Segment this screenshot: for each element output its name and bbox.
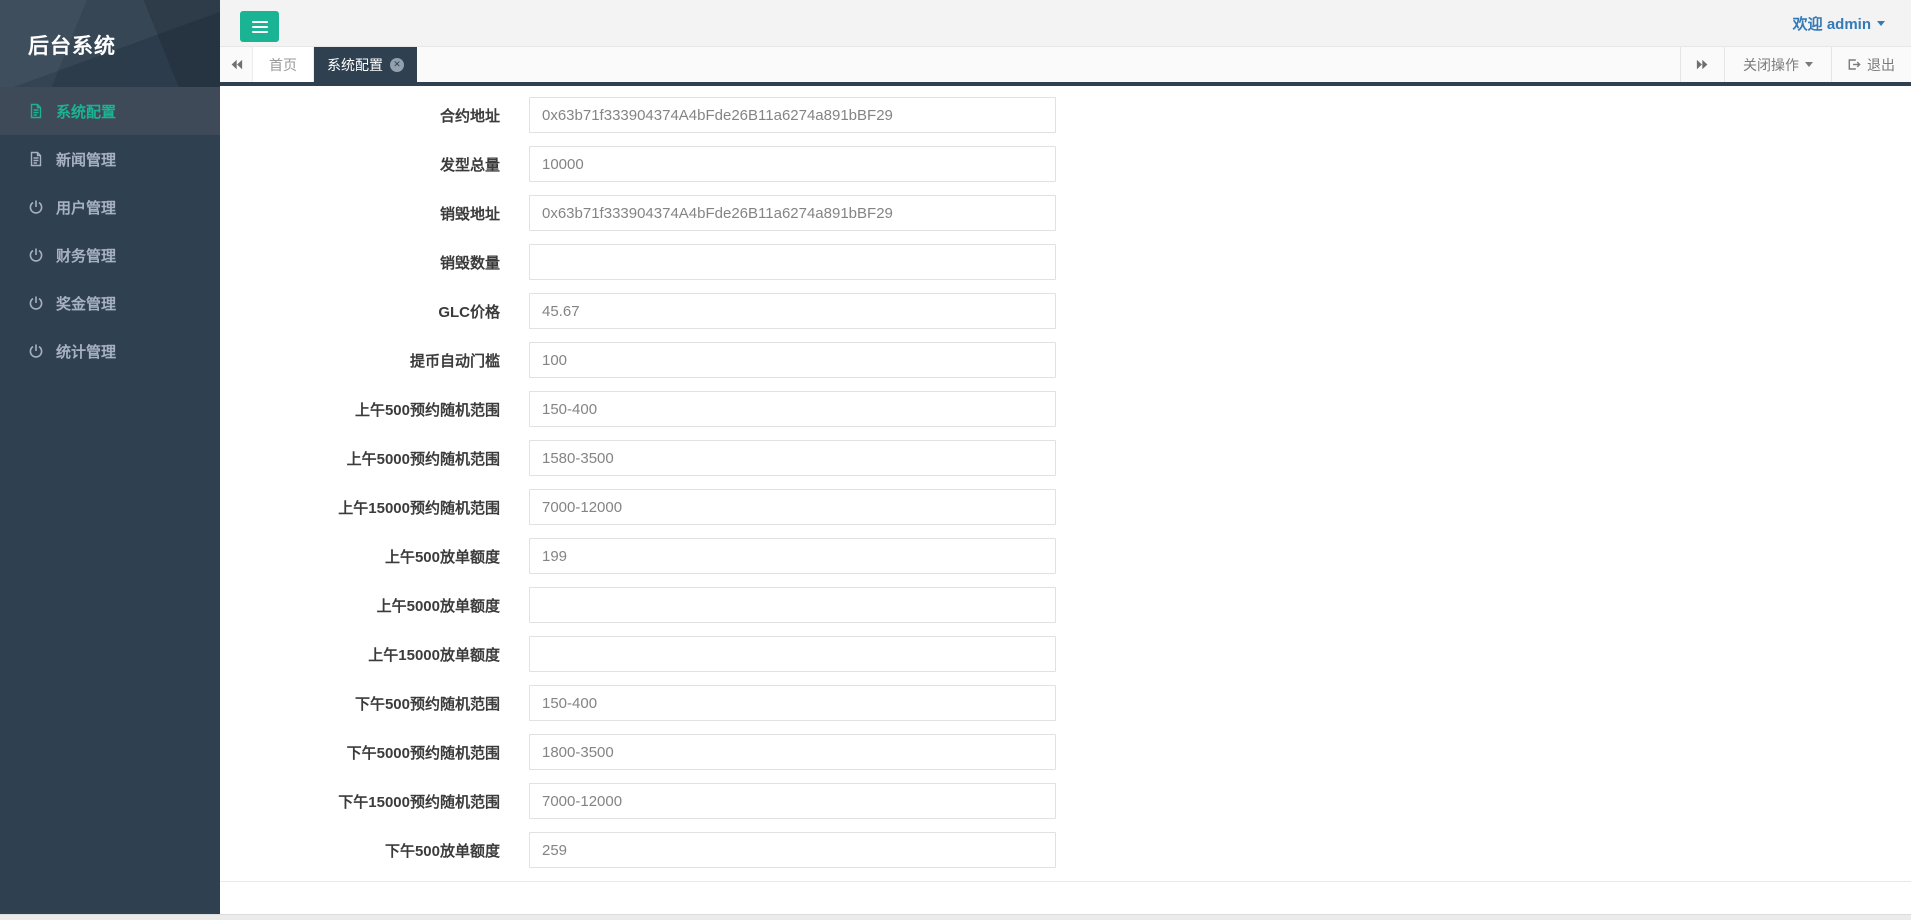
power-icon: [28, 199, 44, 215]
logout-label: 退出: [1867, 55, 1895, 75]
sidebar-item-label: 财务管理: [56, 245, 116, 266]
sidebar-item[interactable]: 新闻管理: [0, 135, 220, 183]
field-input[interactable]: [529, 587, 1056, 623]
form-row: 上午5000预约随机范围: [220, 440, 1911, 476]
field-label: 上午15000放单额度: [220, 644, 500, 665]
sidebar-item[interactable]: 奖金管理: [0, 279, 220, 327]
user-dropdown[interactable]: 欢迎 admin: [1793, 13, 1885, 34]
form-row: 销毁数量: [220, 244, 1911, 280]
field-label: 提币自动门槛: [220, 350, 500, 371]
logout-button[interactable]: 退出: [1831, 47, 1911, 82]
sidebar-item[interactable]: 财务管理: [0, 231, 220, 279]
top-header: 欢迎 admin: [220, 0, 1911, 47]
form-row: 上午15000放单额度: [220, 636, 1911, 672]
field-input[interactable]: [529, 734, 1056, 770]
tabbar-spacer: [417, 47, 1680, 82]
sidebar-item-label: 用户管理: [56, 197, 116, 218]
chevron-down-icon: [1805, 62, 1813, 67]
sidebar: 后台系统 系统配置: [0, 0, 220, 914]
field-label: 销毁地址: [220, 203, 500, 224]
field-label: 下午500预约随机范围: [220, 693, 500, 714]
sidebar-item-label: 新闻管理: [56, 149, 116, 170]
panel-footer-divider: [220, 881, 1911, 882]
field-label: 上午500预约随机范围: [220, 399, 500, 420]
double-chevron-left-icon: [229, 57, 244, 72]
sidebar-item-label: 系统配置: [56, 101, 116, 122]
form-row: 下午500预约随机范围: [220, 685, 1911, 721]
hamburger-icon: [252, 21, 268, 23]
sign-out-icon: [1846, 57, 1861, 72]
field-label: 下午15000预约随机范围: [220, 791, 500, 812]
field-label: 上午500放单额度: [220, 546, 500, 567]
field-input[interactable]: [529, 489, 1056, 525]
sidebar-item[interactable]: 统计管理: [0, 327, 220, 375]
app-title: 后台系统: [28, 30, 116, 60]
welcome-label: 欢迎 admin: [1793, 13, 1871, 34]
field-label: 下午5000预约随机范围: [220, 742, 500, 763]
scroll-tabs-right-button[interactable]: [1680, 47, 1724, 82]
field-input[interactable]: [529, 195, 1056, 231]
tab-active-label: 系统配置: [327, 55, 383, 75]
form-row: 销毁地址: [220, 195, 1911, 231]
field-input[interactable]: [529, 244, 1056, 280]
form-row: 提币自动门槛: [220, 342, 1911, 378]
close-operations-dropdown[interactable]: 关闭操作: [1724, 47, 1831, 82]
form-row: 下午15000预约随机范围: [220, 783, 1911, 819]
bottom-scroll-strip[interactable]: [0, 914, 1911, 920]
power-icon: [28, 343, 44, 359]
chevron-down-icon: [1877, 21, 1885, 26]
sidebar-item[interactable]: 用户管理: [0, 183, 220, 231]
field-input[interactable]: [529, 636, 1056, 672]
field-input[interactable]: [529, 146, 1056, 182]
field-label: GLC价格: [220, 301, 500, 322]
sidebar-item[interactable]: 系统配置: [0, 87, 220, 135]
field-input[interactable]: [529, 440, 1056, 476]
config-form: 合约地址 发型总量 销毁地址 销毁数量 GLC价格 提币自动门槛 上午500预约…: [220, 97, 1911, 868]
field-label: 上午15000预约随机范围: [220, 497, 500, 518]
tab-system-config[interactable]: 系统配置: [314, 47, 417, 82]
menu-toggle-button[interactable]: [240, 11, 279, 42]
form-row: 合约地址: [220, 97, 1911, 133]
field-input[interactable]: [529, 783, 1056, 819]
field-input[interactable]: [529, 538, 1056, 574]
form-row: 上午500放单额度: [220, 538, 1911, 574]
form-row: 下午5000预约随机范围: [220, 734, 1911, 770]
field-input[interactable]: [529, 293, 1056, 329]
power-icon: [28, 247, 44, 263]
field-input[interactable]: [529, 832, 1056, 868]
double-chevron-right-icon: [1695, 57, 1710, 72]
field-label: 上午5000放单额度: [220, 595, 500, 616]
field-input[interactable]: [529, 97, 1056, 133]
form-row: 发型总量: [220, 146, 1911, 182]
power-icon: [28, 295, 44, 311]
field-label: 销毁数量: [220, 252, 500, 273]
tab-home-label: 首页: [269, 55, 297, 75]
document-icon: [28, 103, 44, 119]
tab-home[interactable]: 首页: [253, 47, 314, 82]
form-row: 上午5000放单额度: [220, 587, 1911, 623]
field-input[interactable]: [529, 391, 1056, 427]
field-label: 上午5000预约随机范围: [220, 448, 500, 469]
sidebar-menu: 系统配置 新闻管理: [0, 87, 220, 375]
form-row: GLC价格: [220, 293, 1911, 329]
logo-block: 后台系统: [0, 0, 220, 87]
field-input[interactable]: [529, 342, 1056, 378]
sidebar-item-label: 奖金管理: [56, 293, 116, 314]
field-input[interactable]: [529, 685, 1056, 721]
field-label: 发型总量: [220, 154, 500, 175]
close-tab-icon[interactable]: [390, 58, 404, 72]
field-label: 下午500放单额度: [220, 840, 500, 861]
document-icon: [28, 151, 44, 167]
form-row: 上午15000预约随机范围: [220, 489, 1911, 525]
system-config-panel: 合约地址 发型总量 销毁地址 销毁数量 GLC价格 提币自动门槛 上午500预约…: [220, 86, 1911, 914]
form-row: 上午500预约随机范围: [220, 391, 1911, 427]
tab-bar: 首页 系统配置 关闭操作 退出: [220, 47, 1911, 86]
scroll-tabs-left-button[interactable]: [220, 47, 253, 82]
sidebar-item-label: 统计管理: [56, 341, 116, 362]
form-row: 下午500放单额度: [220, 832, 1911, 868]
field-label: 合约地址: [220, 105, 500, 126]
close-operations-label: 关闭操作: [1743, 55, 1799, 75]
